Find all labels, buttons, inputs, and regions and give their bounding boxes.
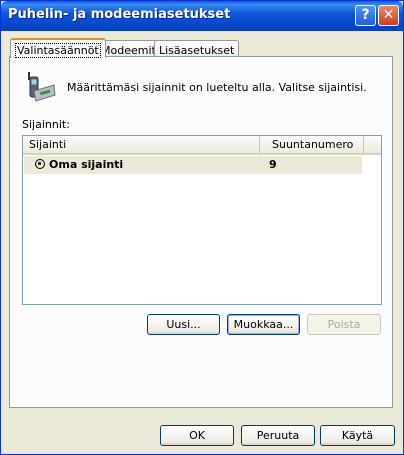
ok-button[interactable]: OK [160,425,234,446]
tab-dialing-rules-label: Valintasäännöt [15,43,101,58]
apply-button[interactable]: Käytä [320,425,395,446]
phone-modem-icon [28,72,56,102]
edit-button[interactable]: Muokkaa... [227,314,300,335]
location-name: Oma sijainti [49,158,124,171]
delete-button[interactable]: Poista [307,314,381,335]
column-area-code[interactable]: Suuntanumero [260,136,364,153]
cancel-button[interactable]: Peruuta [241,425,315,446]
locations-label: Sijainnit: [22,118,70,131]
radio-selected-icon [35,159,45,169]
tab-dialing-rules[interactable]: Valintasäännöt [10,38,106,58]
list-item[interactable]: Oma sijainti 9 [24,156,362,174]
description-text: Määrittämäsi sijainnit on lueteltu alla.… [67,81,367,94]
dialog-window: Puhelin- ja modeemiasetukset ? ✕ Valinta… [0,0,404,455]
title-bar[interactable]: Puhelin- ja modeemiasetukset ? ✕ [1,1,403,31]
location-area-code: 9 [269,158,277,171]
help-button[interactable]: ? [355,5,376,26]
window-title: Puhelin- ja modeemiasetukset [8,7,231,22]
close-button[interactable]: ✕ [378,5,399,26]
column-location[interactable]: Sijainti [23,136,260,153]
list-header: Sijainti Suuntanumero [23,136,381,155]
new-button[interactable]: Uusi... [147,314,220,335]
locations-list[interactable]: Sijainti Suuntanumero Oma sijainti 9 [22,135,382,305]
